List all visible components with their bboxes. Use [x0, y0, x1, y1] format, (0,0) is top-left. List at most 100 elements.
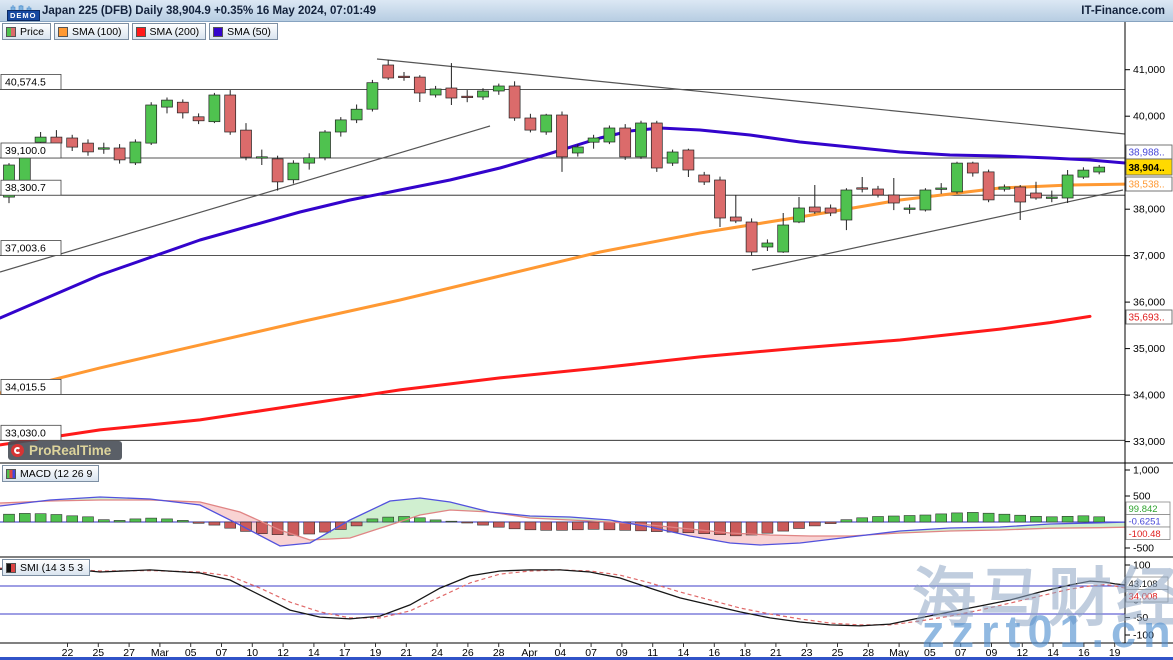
candle-body	[288, 163, 299, 180]
candle-body	[967, 163, 978, 173]
macd-histogram-bar	[209, 522, 220, 525]
macd-histogram-bar	[367, 519, 378, 522]
candle-body	[83, 143, 94, 152]
sma100-series-icon	[58, 27, 68, 37]
candle-body	[667, 152, 678, 163]
macd-value-text: -0.6251	[1129, 517, 1161, 528]
macd-histogram-bar	[414, 518, 425, 522]
macd-histogram-bar	[67, 516, 78, 522]
trendline[interactable]	[377, 59, 1125, 134]
candle-body	[399, 76, 410, 77]
candle-body	[225, 95, 236, 132]
macd-histogram-bar	[541, 522, 552, 530]
macd-histogram-bar	[888, 516, 899, 522]
macd-histogram-bar	[999, 514, 1010, 522]
macd-histogram-bar	[225, 522, 236, 528]
macd-axis-label: 500	[1133, 491, 1151, 503]
candle-body	[383, 65, 394, 78]
candle-body	[699, 175, 710, 182]
price-panel[interactable]	[0, 59, 1128, 445]
candle-body	[1015, 187, 1026, 202]
macd-histogram-bar	[952, 513, 963, 522]
macd-histogram-bar	[462, 522, 473, 523]
macd-histogram-bar	[430, 520, 441, 522]
macd-histogram-bar	[983, 513, 994, 522]
candle-body	[683, 150, 694, 170]
macd-histogram-bar	[920, 515, 931, 522]
legend-sma100[interactable]: SMA (100)	[54, 23, 129, 40]
candle-body	[304, 158, 315, 163]
candle-body	[114, 148, 125, 160]
candle-body	[462, 96, 473, 97]
macd-histogram-bar	[1094, 517, 1105, 522]
macd-value-text: 99.842	[1129, 504, 1158, 515]
macd-histogram	[4, 512, 1105, 535]
macd-histogram-bar	[1046, 517, 1057, 522]
candle-body	[351, 109, 362, 120]
smi-axis-label: 100	[1133, 560, 1151, 572]
smi-value-text: 43.108	[1129, 579, 1158, 590]
legend-sma50-label: SMA (50)	[227, 26, 271, 38]
candle-body	[146, 105, 157, 143]
candle-body	[193, 117, 204, 121]
candle-body	[873, 189, 884, 195]
candle-body	[335, 120, 346, 132]
chart-canvas[interactable]: 40,574.539,100.038,300.737,003.634,015.5…	[0, 0, 1173, 660]
price-level-label: 39,100.0	[5, 145, 46, 157]
candle-body	[904, 208, 915, 209]
candle-body	[67, 138, 78, 147]
candle-body	[367, 83, 378, 110]
macd-histogram-bar	[572, 522, 583, 530]
macd-histogram-bar	[509, 522, 520, 529]
candle-body	[762, 243, 773, 247]
macd-panel[interactable]	[0, 497, 1125, 546]
candle-body	[557, 115, 568, 157]
smi-series-icon	[6, 563, 16, 573]
price-axis-label: 33,000	[1133, 436, 1165, 448]
macd-histogram-bar	[351, 522, 362, 526]
candle-body	[256, 157, 267, 158]
smi-legend[interactable]: SMI (14 3 5 3	[2, 559, 90, 576]
macd-histogram-bar	[604, 522, 615, 530]
smi-signal-line	[0, 568, 1125, 625]
smi-panel[interactable]	[0, 567, 1125, 626]
axis-value-text: 38,988..	[1129, 148, 1165, 159]
prorealtime-watermark: ProRealTime	[8, 441, 122, 460]
candle-body	[493, 86, 504, 91]
legend-price[interactable]: Price	[2, 23, 51, 40]
candle-body	[825, 208, 836, 213]
candle-body	[572, 147, 583, 153]
legend-price-label: Price	[20, 26, 44, 38]
macd-histogram-bar	[699, 522, 710, 534]
candle-body	[414, 77, 425, 93]
prorealtime-logo-icon	[11, 444, 24, 457]
candle-body	[1094, 167, 1105, 172]
legend-sma50[interactable]: SMA (50)	[209, 23, 278, 40]
candle-body	[841, 190, 852, 220]
smi-line	[0, 567, 1125, 626]
macd-histogram-bar	[4, 514, 15, 522]
macd-histogram-bar	[1015, 515, 1026, 522]
macd-histogram-bar	[320, 522, 331, 532]
macd-histogram-bar	[146, 518, 157, 522]
panel-borders	[0, 22, 1173, 643]
candle-body	[241, 130, 252, 157]
macd-histogram-bar	[762, 522, 773, 533]
price-axis-label: 36,000	[1133, 297, 1165, 309]
candle-body	[1062, 175, 1073, 198]
smi-axis-label: -50	[1133, 612, 1148, 624]
macd-histogram-bar	[193, 522, 204, 523]
macd-histogram-bar	[841, 520, 852, 522]
price-axis-label: 41,000	[1133, 64, 1165, 76]
price-axis-label: 34,000	[1133, 390, 1165, 402]
macd-histogram-bar	[809, 522, 820, 526]
chart-app: DEMO Japan 225 (DFB) Daily 38,904.9 +0.3…	[0, 0, 1173, 660]
macd-legend[interactable]: MACD (12 26 9	[2, 465, 99, 482]
macd-histogram-bar	[588, 522, 599, 529]
axis-value-text: 38,538..	[1129, 180, 1165, 191]
macd-histogram-bar	[493, 522, 504, 527]
legend-sma200[interactable]: SMA (200)	[132, 23, 207, 40]
macd-histogram-bar	[162, 519, 173, 522]
macd-histogram-bar	[114, 520, 125, 522]
macd-histogram-bar	[683, 522, 694, 533]
